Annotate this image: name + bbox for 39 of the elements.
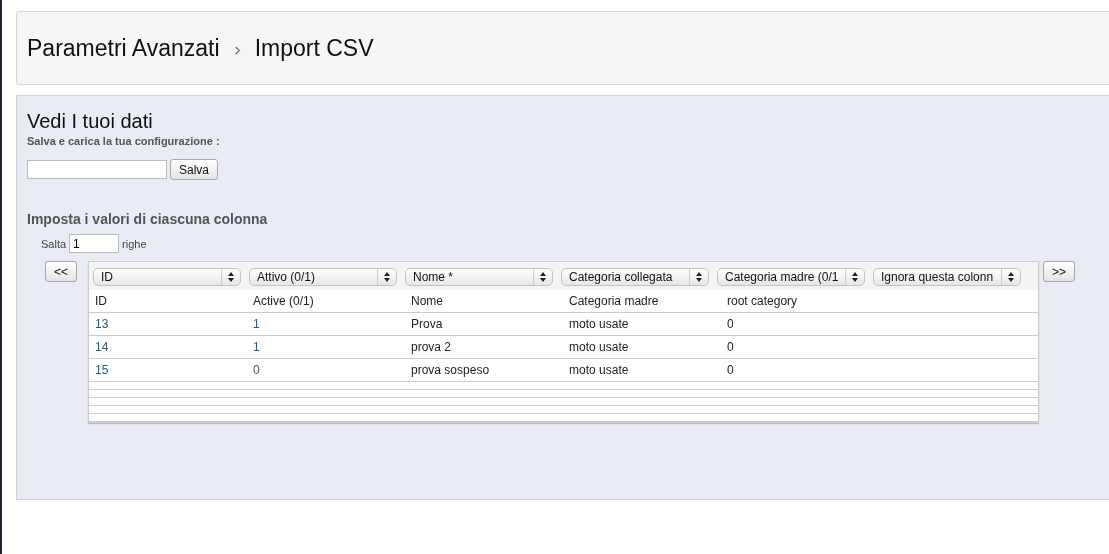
table-cell-text: Active (0/1): [252, 294, 315, 308]
section-subtitle: Salva e carica la tua configurazione :: [27, 135, 221, 147]
previous-button[interactable]: <<: [45, 261, 77, 282]
table-cell-text: ID: [94, 294, 108, 308]
column-select[interactable]: Attivo (0/1): [249, 268, 397, 286]
table-cell-text: root category: [726, 294, 799, 308]
table-cell-text: 13: [94, 317, 110, 331]
column-select[interactable]: ID: [93, 268, 241, 286]
column-select[interactable]: Nome *: [405, 268, 553, 286]
chevron-icon: [233, 46, 241, 55]
breadcrumb-item: Import CSV: [254, 34, 374, 62]
table-cell-text: 1: [252, 340, 261, 354]
table-cell-text: moto usate: [568, 340, 630, 354]
rows-label: righe: [122, 237, 147, 250]
next-button[interactable]: >>: [1043, 261, 1076, 282]
save-button[interactable]: Salva: [170, 159, 219, 180]
table-cell-text: 0: [726, 317, 735, 331]
columns-heading: Imposta i valori di ciascuna colonna: [27, 211, 269, 227]
table-cell-text: Prova: [410, 317, 444, 331]
table-cell-text: moto usate: [568, 363, 630, 377]
skip-rows-field[interactable]: 1: [69, 234, 120, 253]
table-cell-text: 14: [94, 340, 110, 354]
skip-label: Salta: [41, 237, 67, 250]
table-cell-text: moto usate: [568, 317, 630, 331]
section-title: Vedi I tuoi dati: [27, 110, 154, 133]
config-name-field[interactable]: [27, 160, 167, 179]
table-cell-text: Categoria madre: [568, 294, 660, 308]
table-cell-text: prova 2: [410, 340, 453, 354]
breadcrumb-item: Parametri Avanzati: [27, 34, 220, 62]
table-cell-text: 1: [252, 317, 261, 331]
table-cell-text: Nome: [410, 294, 445, 308]
table-cell-text: 0: [726, 340, 735, 354]
column-select[interactable]: Categoria madre (0/1: [717, 268, 865, 286]
table-cell-text: prova sospeso: [410, 363, 491, 377]
column-select[interactable]: Categoria collegata: [561, 268, 709, 286]
column-select[interactable]: Ignora questa colonn: [873, 268, 1021, 286]
table-cell-text: 0: [726, 363, 735, 377]
table-cell-text: 0: [252, 363, 261, 377]
table-cell-text: 15: [94, 363, 110, 377]
